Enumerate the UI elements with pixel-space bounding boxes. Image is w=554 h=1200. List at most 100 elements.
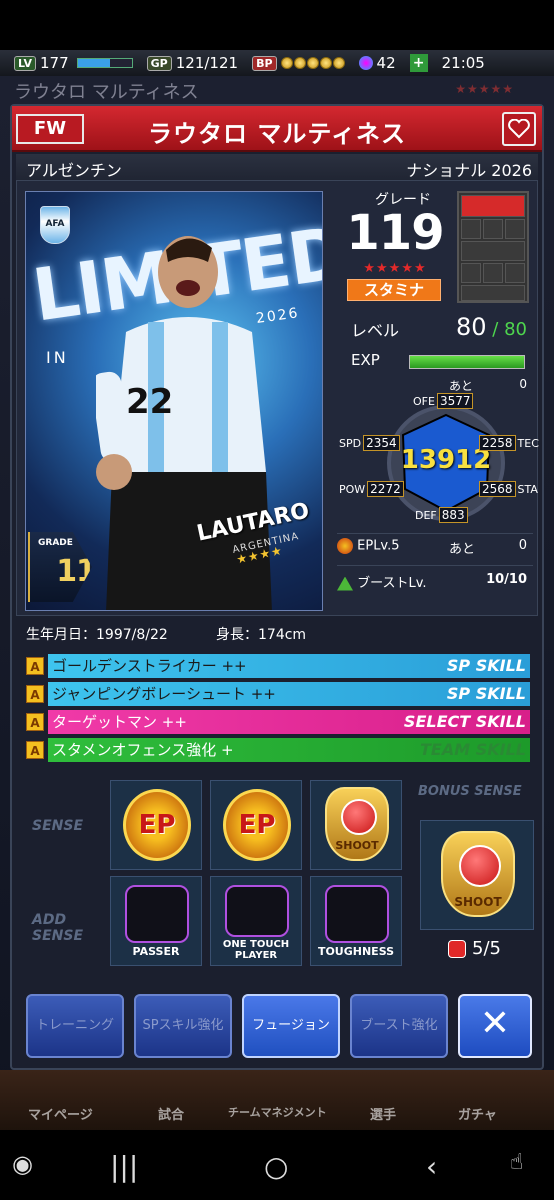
gem-counter: 42 [358, 54, 396, 72]
time-value: 21:05 [441, 54, 485, 72]
skill-rank-badge: A [26, 657, 44, 675]
gem-value: 42 [376, 54, 396, 72]
level-value: 177 [40, 54, 69, 72]
game-top-bar: LV 177 GP 121/121 BP 42 + 21:05 [0, 50, 554, 76]
player-nation: アルゼンチン [26, 161, 122, 180]
stat-spd-label: SPD [339, 436, 362, 450]
favorite-button[interactable] [502, 112, 536, 146]
boost-enhance-button[interactable]: ブースト強化 [350, 994, 448, 1058]
menu-players[interactable]: 選手 [370, 1104, 396, 1123]
bp-counter: BP [252, 55, 345, 71]
skill-row[interactable]: A スタメンオフェンス強化 + TEAM SKILL [26, 738, 530, 762]
exp-label: EXP [351, 351, 380, 369]
dialog-title-bar: FW ラウタロ マルティネス [12, 106, 542, 152]
player-height: 身長：174cm [216, 627, 307, 643]
ep-icon: EP [123, 789, 191, 861]
skill-row[interactable]: A ターゲットマン ++ SELECT SKILL [26, 710, 530, 734]
card-grade-label: GRADE [38, 538, 73, 548]
epl-row: EPLv.5 あと 0 [337, 533, 533, 557]
card-edition: ナショナル 2026 [406, 161, 532, 180]
bp-badge: BP [252, 55, 277, 71]
player-birthdate: 生年月日：1997/8/22 [26, 627, 168, 643]
card-in-text: IN [46, 348, 69, 367]
back-icon[interactable]: ‹ [426, 1150, 437, 1183]
skill-type: SP SKILL [446, 684, 526, 703]
stat-tec-label: TEC [517, 436, 539, 450]
position-map [457, 191, 529, 303]
stat-def-value: 883 [438, 507, 468, 523]
touch-lock-icon[interactable]: ☝ [510, 1150, 523, 1175]
ep-icon: EP [223, 789, 291, 861]
add-sense-slot-2[interactable]: ONE TOUCH PLAYER [210, 876, 302, 966]
argentina-crest-icon: AFA [40, 206, 70, 244]
sense-slot-3[interactable]: SHOOT [310, 780, 402, 870]
skill-row[interactable]: A ゴールデンストライカー ++ SP SKILL [26, 654, 530, 678]
sense-area: SENSE ADD SENSE EP EP SHOOT PASSER ONE T… [16, 774, 538, 974]
menu-team-management[interactable]: チームマネジメント [228, 1104, 327, 1120]
level-badge: LV [14, 55, 37, 71]
exp-bar [409, 355, 525, 369]
stat-spd-value: 2354 [363, 435, 400, 451]
home-icon[interactable]: ○ [264, 1150, 288, 1183]
player-card-image: AFA LIMITED IN 2026 22 LAUTARO ARGENTINA… [25, 191, 323, 611]
boost-icon [337, 576, 353, 591]
menu-match[interactable]: 試合 [158, 1104, 184, 1123]
gamepad-icon[interactable]: ◉ [12, 1150, 33, 1178]
add-sense-slot-3[interactable]: TOUGHNESS [310, 876, 402, 966]
recent-apps-icon[interactable]: ||| [110, 1150, 138, 1183]
shirt-number: 22 [126, 382, 174, 422]
plus-icon[interactable]: + [409, 54, 428, 72]
network-icon [325, 885, 389, 943]
card-grade-badge: GRADE 119 [28, 532, 92, 602]
clock: 21:05 [442, 54, 485, 72]
background-title: ラウタロ マルティネス [14, 82, 199, 103]
sp-skill-enhance-button[interactable]: SPスキル強化 [134, 994, 232, 1058]
epl-remain-value: 0 [518, 538, 527, 553]
stat-tec: 2258 TEC [479, 435, 539, 451]
boost-label: ブーストLv. [357, 576, 427, 591]
level-display: 80 / 80 [456, 313, 527, 341]
menu-mypage[interactable]: マイページ [28, 1104, 93, 1123]
fusion-button[interactable]: フュージョン [242, 994, 340, 1058]
stat-pow-value: 2272 [367, 481, 404, 497]
stat-pow-label: POW [339, 482, 366, 496]
shoot-label: SHOOT [335, 839, 379, 852]
stat-spd: SPD 2354 [339, 435, 400, 451]
exp-remain-value: 0 [519, 377, 527, 391]
level-max: 80 [504, 319, 527, 340]
bonus-count: 5/5 [448, 938, 501, 959]
add-sense-slot-1[interactable]: PASSER [110, 876, 202, 966]
add-sense-label-3: TOUGHNESS [317, 945, 395, 958]
close-button[interactable]: ✕ [458, 994, 532, 1058]
bonus-sense-slot[interactable]: SHOOT [420, 820, 534, 930]
sense-slot-1[interactable]: EP [110, 780, 202, 870]
level-separator: / [486, 319, 505, 340]
boost-row: ブーストLv. 10/10 [337, 565, 533, 591]
stat-pow: POW 2272 [339, 481, 404, 497]
training-button[interactable]: トレーニング [26, 994, 124, 1058]
stats-column: グレード 119 ★★★★★ スタミナ レベル 80 / 80 EXP あと 0… [333, 181, 539, 617]
skill-row[interactable]: A ジャンピングボレーシュート ++ SP SKILL [26, 682, 530, 706]
boost-value: 10/10 [486, 572, 527, 587]
bonus-sense-label: BONUS SENSE [418, 784, 522, 799]
sense-slot-2[interactable]: EP [210, 780, 302, 870]
sense-label: SENSE [32, 818, 84, 834]
player-main-panel: AFA LIMITED IN 2026 22 LAUTARO ARGENTINA… [16, 180, 539, 617]
player-type-badge: スタミナ [347, 279, 441, 301]
grade-stars: ★★★★★ [363, 261, 427, 276]
stat-ofe-value: 3577 [436, 393, 474, 409]
bonus-shoot-label: SHOOT [454, 895, 502, 909]
gem-add[interactable]: + [409, 54, 428, 72]
stat-def: DEF 883 [415, 507, 468, 523]
level-label: レベル [351, 321, 400, 340]
epl-remain-label: あと [449, 542, 476, 557]
menu-gacha[interactable]: ガチャ [458, 1104, 497, 1123]
player-level: LV 177 [14, 54, 133, 72]
player-meta-row: アルゼンチン ナショナル 2026 [16, 154, 538, 180]
stat-sta-label: STA [517, 482, 538, 496]
gp-badge: GP [146, 55, 172, 71]
bonus-count-value: 5/5 [472, 938, 501, 959]
skill-rank-badge: A [26, 685, 44, 703]
stat-tec-value: 2258 [479, 435, 516, 451]
gp-counter: GP 121/121 [146, 54, 238, 72]
